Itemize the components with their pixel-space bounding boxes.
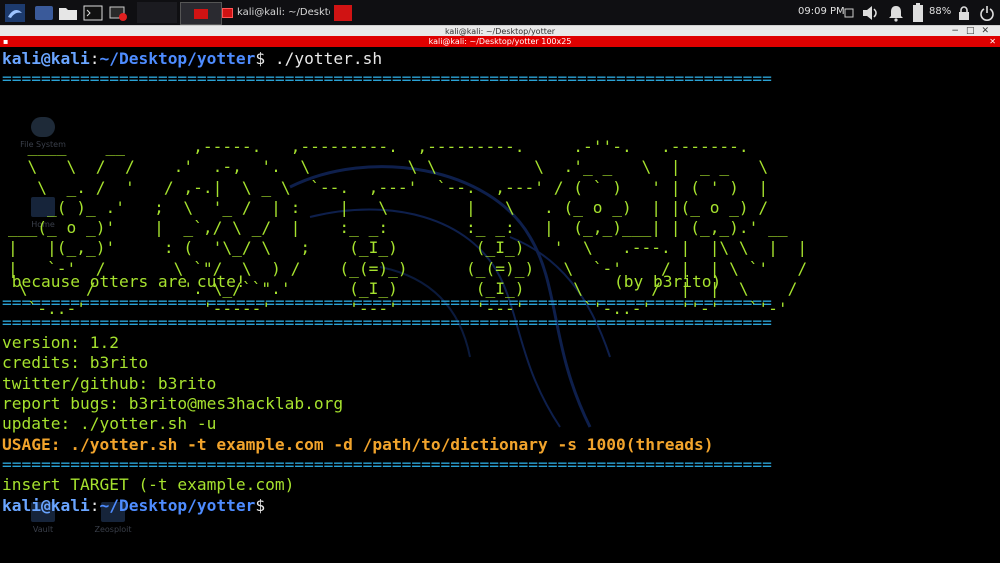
taskbar: kali@kali: ~/Desktop/yott... 09:09 PM 88…	[0, 0, 1000, 26]
separator-line: ========================================…	[2, 69, 772, 89]
lock-icon[interactable]	[955, 2, 973, 23]
ascii-art-line: ____ __ ,-----. ,---------. ,---------. …	[8, 137, 749, 156]
insert-target-line: insert TARGET (-t example.com)	[2, 475, 295, 495]
ascii-art-line: | `-' / \ `"/ \ ) / (_(=)_) (_(=)_) \ `-…	[8, 258, 808, 278]
info-twitter-github: twitter/github: b3rito	[2, 373, 217, 393]
workspace-icon[interactable]	[33, 2, 55, 23]
info-credits: credits: b3rito	[2, 353, 149, 373]
maximize-icon[interactable]: □	[966, 26, 982, 36]
display-icon[interactable]	[843, 2, 855, 23]
prompt-line: kali@kali:~/Desktop/yotter$	[2, 495, 266, 515]
ascii-art-line: \ _. / ' / ,-.| \ _ \ `--. ,---' `--. ,-…	[8, 177, 769, 197]
clock[interactable]: 09:09 PM	[798, 6, 845, 17]
minimize-icon[interactable]: −	[951, 26, 966, 36]
terminal-body[interactable]: File System Home Vault Zeosploit kali@ka…	[0, 47, 1000, 563]
usage-line: USAGE: ./yotter.sh -t example.com -d /pa…	[2, 434, 714, 454]
info-report-bugs: report bugs: b3rito@mes3hacklab.org	[2, 394, 344, 413]
folder-icon[interactable]	[57, 2, 79, 23]
terminal-icon[interactable]	[82, 2, 104, 23]
taskbar-window-title: kali@kali: ~/Desktop/yott...	[237, 7, 330, 18]
red-app-icon[interactable]	[332, 2, 354, 23]
separator-line: ========================================…	[2, 454, 772, 474]
command-text: ./yotter.sh	[265, 49, 383, 68]
screen-recorder-icon[interactable]	[106, 2, 130, 23]
ascii-art-line: \ / '. \_/``".' (_I_) (_I_) \ / | | \ /	[8, 279, 798, 299]
taskbar-window-button[interactable]: kali@kali: ~/Desktop/yott...	[222, 3, 330, 22]
ascii-art-logo: ____ __ ,-----. ,---------. ,---------. …	[8, 137, 807, 320]
terminal-window-icon	[222, 7, 233, 18]
file-system-icon	[31, 117, 55, 137]
ascii-art-line: _( )_ .' ; \ '_ / | : | \ | \ . (_ o _) …	[8, 197, 769, 217]
prompt-line: kali@kali:~/Desktop/yotter$ ./yotter.sh	[2, 49, 383, 68]
ascii-art-line: ___(_ o _)' | _`,/ \ _/ | :_ _: :_ _: | …	[8, 218, 788, 238]
volume-icon[interactable]	[860, 2, 882, 23]
ascii-art-line: | |(_,_)' : ( '\_/ \ ; (_I_) (_I_) ' \ .…	[8, 238, 808, 258]
workspace-1-button[interactable]	[137, 2, 177, 23]
ascii-art-line: `-..-' '-----' '---' '---' `'-..-' ''-' …	[8, 299, 788, 319]
info-update: update: ./yotter.sh -u	[2, 414, 217, 434]
terminal-tab-bar[interactable]: ▪ kali@kali: ~/Desktop/yotter 100x25 ✕	[0, 36, 1000, 47]
workspace-2-button[interactable]	[180, 2, 222, 25]
battery-icon[interactable]	[910, 2, 926, 23]
notification-bell-icon[interactable]	[885, 2, 907, 23]
terminal-tab-title: kali@kali: ~/Desktop/yotter 100x25	[428, 37, 572, 46]
info-version: version: 1.2	[2, 333, 119, 353]
tab-close-icon[interactable]: ✕	[989, 36, 996, 47]
close-icon[interactable]: ✕	[981, 26, 996, 36]
kali-menu-icon[interactable]	[3, 2, 27, 23]
power-icon[interactable]	[978, 2, 996, 23]
ascii-art-line: \ \ / / .' .-, '. \ \ \ \ .'_ _ \ | _ _ …	[8, 157, 769, 177]
battery-percentage: 88%	[929, 6, 952, 17]
